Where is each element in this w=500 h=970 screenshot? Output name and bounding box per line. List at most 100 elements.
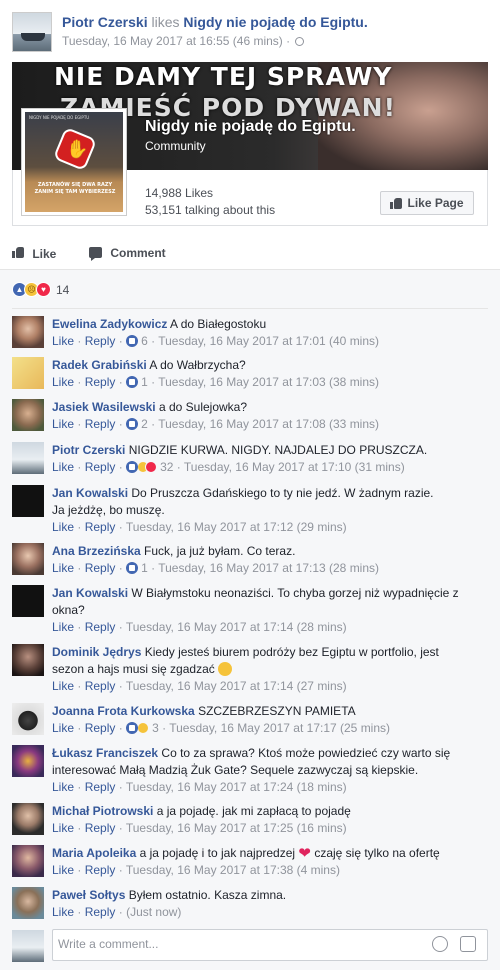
comment-timestamp[interactable]: Tuesday, 16 May 2017 at 17:03 (38 mins) bbox=[158, 375, 379, 389]
comment-timestamp[interactable]: Tuesday, 16 May 2017 at 17:14 (27 mins) bbox=[126, 679, 347, 693]
comment-timestamp[interactable]: Tuesday, 16 May 2017 at 17:14 (28 mins) bbox=[126, 620, 347, 634]
comment-meta: Like · Reply · 2 · Tuesday, 16 May 2017 … bbox=[52, 416, 472, 433]
commenter-name[interactable]: Paweł Sołtys bbox=[52, 888, 125, 902]
dot-separator: · bbox=[118, 721, 123, 735]
emoji-picker-icon[interactable] bbox=[432, 936, 448, 952]
comment-text: A do Wałbrzycha? bbox=[149, 358, 246, 372]
comment-like-count[interactable]: 1 bbox=[141, 375, 148, 389]
comment-like-link[interactable]: Like bbox=[52, 721, 74, 735]
comment-timestamp[interactable]: Tuesday, 16 May 2017 at 17:12 (29 mins) bbox=[126, 520, 347, 534]
dot-separator: · bbox=[77, 417, 82, 431]
page-name[interactable]: Nigdy nie pojadę do Egiptu. bbox=[145, 118, 356, 136]
comment-like-link[interactable]: Like bbox=[52, 334, 74, 348]
comment-reply-link[interactable]: Reply bbox=[85, 561, 116, 575]
commenter-name[interactable]: Jasiek Wasilewski bbox=[52, 400, 156, 414]
like-reaction-icon bbox=[126, 562, 139, 574]
comment-reply-link[interactable]: Reply bbox=[85, 721, 116, 735]
comment-text: Byłem ostatnio. Kasza zimna. bbox=[128, 888, 287, 902]
dot-separator: · bbox=[77, 679, 82, 693]
comment-like-link[interactable]: Like bbox=[52, 460, 74, 474]
comment-timestamp[interactable]: Tuesday, 16 May 2017 at 17:17 (25 mins) bbox=[169, 721, 390, 735]
commenter-name[interactable]: Joanna Frota Kurkowska bbox=[52, 704, 195, 718]
comment-timestamp[interactable]: Tuesday, 16 May 2017 at 17:25 (16 mins) bbox=[126, 821, 347, 835]
comment-reply-link[interactable]: Reply bbox=[85, 620, 116, 634]
commenter-name[interactable]: Michał Piotrowski bbox=[52, 804, 153, 818]
like-action-button[interactable]: Like bbox=[12, 246, 56, 261]
commenter-name[interactable]: Ewelina Zadykowicz bbox=[52, 317, 167, 331]
comment-timestamp[interactable]: Tuesday, 16 May 2017 at 17:01 (40 mins) bbox=[158, 334, 379, 348]
comment-timestamp[interactable]: Tuesday, 16 May 2017 at 17:13 (28 mins) bbox=[158, 561, 379, 575]
post-timestamp-text[interactable]: Tuesday, 16 May 2017 at 16:55 (46 mins) … bbox=[62, 34, 290, 48]
dot-separator: · bbox=[118, 334, 123, 348]
commenter-name[interactable]: Radek Grabiński bbox=[52, 358, 147, 372]
post-author-link[interactable]: Piotr Czerski bbox=[62, 14, 148, 30]
page-profile-picture[interactable]: NIGDY NIE POJADĘ DO EGIPTU ZASTANÓW SIĘ … bbox=[21, 108, 127, 216]
comment-reply-link[interactable]: Reply bbox=[85, 905, 116, 919]
post-page-link[interactable]: Nigdy nie pojadę do Egiptu. bbox=[183, 14, 367, 30]
comment-reply-link[interactable]: Reply bbox=[85, 821, 116, 835]
comment-reply-link[interactable]: Reply bbox=[85, 334, 116, 348]
write-comment-placeholder: Write a comment... bbox=[58, 937, 159, 951]
comment-timestamp[interactable]: Tuesday, 16 May 2017 at 17:38 (4 mins) bbox=[126, 863, 340, 877]
picture-header-text: NIGDY NIE POJADĘ DO EGIPTU bbox=[29, 115, 90, 120]
comment-like-count[interactable]: 1 bbox=[141, 561, 148, 575]
comment-reply-link[interactable]: Reply bbox=[85, 520, 116, 534]
commenter-avatar[interactable] bbox=[12, 845, 44, 877]
commenter-avatar[interactable] bbox=[12, 703, 44, 735]
comment-like-link[interactable]: Like bbox=[52, 905, 74, 919]
comment-action-button[interactable]: Comment bbox=[89, 246, 166, 261]
comment-like-link[interactable]: Like bbox=[52, 417, 74, 431]
comment-timestamp[interactable]: Tuesday, 16 May 2017 at 17:10 (31 mins) bbox=[184, 460, 405, 474]
commenter-avatar[interactable] bbox=[12, 442, 44, 474]
like-reaction-icon bbox=[126, 418, 139, 430]
comment-reply-link[interactable]: Reply bbox=[85, 780, 116, 794]
commenter-name[interactable]: Ana Brzezińska bbox=[52, 544, 141, 558]
commenter-avatar[interactable] bbox=[12, 803, 44, 835]
commenter-avatar[interactable] bbox=[12, 485, 44, 517]
comment-like-link[interactable]: Like bbox=[52, 821, 74, 835]
post-author-avatar[interactable] bbox=[12, 12, 52, 52]
comment-like-link[interactable]: Like bbox=[52, 679, 74, 693]
commenter-name[interactable]: Maria Apoleika bbox=[52, 846, 136, 860]
commenter-name[interactable]: Jan Kowalski bbox=[52, 586, 128, 600]
comment-like-count[interactable]: 32 bbox=[160, 460, 173, 474]
reactions-summary[interactable]: ▲ ☹ ♥ 14 bbox=[12, 282, 69, 297]
comment-like-count[interactable]: 3 bbox=[152, 721, 159, 735]
comment-meta: Like · Reply · 3 · Tuesday, 16 May 2017 … bbox=[52, 720, 472, 737]
like-action-label: Like bbox=[32, 247, 57, 261]
commenter-avatar[interactable] bbox=[12, 887, 44, 919]
commenter-avatar[interactable] bbox=[12, 543, 44, 575]
commenter-avatar[interactable] bbox=[12, 585, 44, 617]
comment-reply-link[interactable]: Reply bbox=[85, 375, 116, 389]
comment-like-count[interactable]: 6 bbox=[141, 334, 148, 348]
comment-reply-link[interactable]: Reply bbox=[85, 863, 116, 877]
like-page-button[interactable]: Like Page bbox=[380, 191, 474, 215]
comment-like-link[interactable]: Like bbox=[52, 780, 74, 794]
comment-like-link[interactable]: Like bbox=[52, 561, 74, 575]
commenter-avatar[interactable] bbox=[12, 745, 44, 777]
commenter-name[interactable]: Dominik Jędrys bbox=[52, 645, 141, 659]
comment-timestamp[interactable]: Tuesday, 16 May 2017 at 17:24 (18 mins) bbox=[126, 780, 347, 794]
commenter-name[interactable]: Łukasz Franciszek bbox=[52, 746, 158, 760]
sticker-icon[interactable] bbox=[460, 936, 476, 952]
like-reaction-icon bbox=[126, 335, 139, 347]
commenter-name[interactable]: Jan Kowalski bbox=[52, 486, 128, 500]
page-likes-count: 14,988 Likes bbox=[145, 186, 214, 200]
comment-timestamp[interactable]: (Just now) bbox=[126, 905, 181, 919]
comment-reply-link[interactable]: Reply bbox=[85, 679, 116, 693]
comment-like-link[interactable]: Like bbox=[52, 863, 74, 877]
comment-like-link[interactable]: Like bbox=[52, 620, 74, 634]
comment-text-continued: Ja jeżdżę, bo muszę. bbox=[52, 503, 165, 517]
comment-like-count[interactable]: 2 bbox=[141, 417, 148, 431]
comment-reply-link[interactable]: Reply bbox=[85, 460, 116, 474]
commenter-avatar[interactable] bbox=[12, 357, 44, 389]
commenter-avatar[interactable] bbox=[12, 316, 44, 348]
comment-like-link[interactable]: Like bbox=[52, 520, 74, 534]
comment-text: a ja pojadę i to jak najpredzej bbox=[139, 846, 296, 860]
comment-timestamp[interactable]: Tuesday, 16 May 2017 at 17:08 (33 mins) bbox=[158, 417, 379, 431]
commenter-avatar[interactable] bbox=[12, 644, 44, 676]
comment-like-link[interactable]: Like bbox=[52, 375, 74, 389]
commenter-avatar[interactable] bbox=[12, 399, 44, 431]
comment-reply-link[interactable]: Reply bbox=[85, 417, 116, 431]
commenter-name[interactable]: Piotr Czerski bbox=[52, 443, 125, 457]
